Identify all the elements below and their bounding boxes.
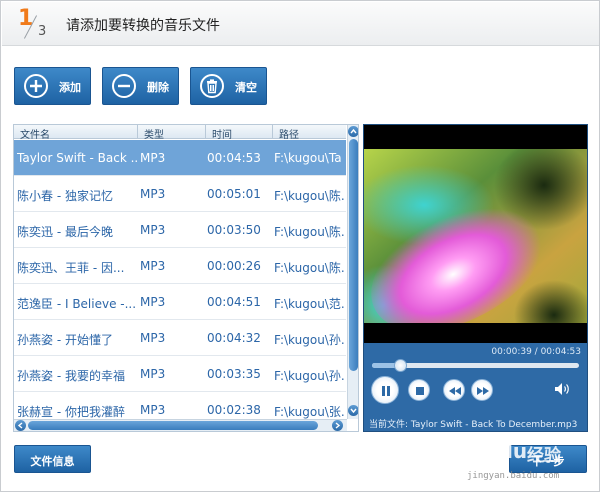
cell-time: 00:04:32 — [207, 331, 261, 345]
horizontal-scrollbar[interactable] — [14, 419, 347, 431]
step-current: 1 — [18, 6, 34, 31]
chevron-up-icon — [350, 128, 357, 134]
progress-handle[interactable] — [393, 359, 407, 372]
column-divider — [205, 125, 206, 139]
chevron-right-icon — [335, 422, 341, 429]
column-divider — [137, 125, 138, 139]
cell-time: 00:03:35 — [207, 367, 261, 381]
table-row[interactable]: 范逸臣 - I Believe -... MP3 00:04:51 F:\kug… — [14, 284, 346, 320]
cell-type: MP3 — [140, 223, 166, 237]
cell-name: 孙燕姿 - 开始懂了 — [17, 333, 113, 347]
cell-type: MP3 — [140, 259, 166, 273]
cell-path: F:\kugou\陈. — [274, 189, 345, 203]
cell-name: 陈奕迅、王菲 - 因... — [17, 261, 125, 275]
table-header: 文件名 类型 时间 路径 — [14, 125, 346, 141]
cell-type: MP3 — [140, 403, 166, 417]
column-header-type[interactable]: 类型 — [144, 126, 164, 141]
stop-button[interactable] — [408, 379, 430, 401]
minus-circle-icon — [112, 74, 136, 98]
speaker-icon[interactable] — [554, 382, 570, 396]
cell-type: MP3 — [140, 295, 166, 309]
current-file-label: 当前文件: Taylor Swift - Back To December.mp… — [369, 420, 578, 430]
vertical-scrollbar[interactable] — [347, 125, 358, 419]
horizontal-scroll-thumb[interactable] — [28, 421, 318, 430]
cell-path: F:\kugou\陈. — [274, 261, 345, 275]
add-button[interactable]: 添加 — [14, 67, 91, 105]
cell-path: F:\kugou\Ta — [274, 151, 342, 165]
vertical-scroll-thumb[interactable] — [349, 139, 358, 371]
fast-forward-button[interactable] — [471, 379, 493, 401]
cell-type: MP3 — [140, 331, 166, 345]
cell-time: 00:03:50 — [207, 223, 261, 237]
cell-type: MP3 — [140, 187, 166, 201]
cell-type: MP3 — [140, 367, 166, 381]
progress-bar[interactable] — [372, 359, 579, 372]
cell-path: F:\kugou\孙. — [274, 369, 345, 383]
pause-icon — [382, 386, 390, 396]
next-step-button-label: 下一步 — [531, 455, 565, 468]
step-indicator: 1 3 — [18, 6, 54, 42]
trash-icon — [200, 74, 224, 98]
chevron-down-icon — [350, 408, 357, 414]
cell-time: 00:00:26 — [207, 259, 261, 273]
visualizer-image — [364, 125, 587, 343]
header-bar: 1 3 请添加要转换的音乐文件 — [2, 2, 599, 46]
cell-path: F:\kugou\范. — [274, 297, 345, 311]
column-divider — [272, 125, 273, 139]
cell-path: F:\kugou\陈. — [274, 225, 345, 239]
cell-time: 00:05:01 — [207, 187, 261, 201]
plus-circle-icon — [24, 74, 48, 98]
cell-name: 孙燕姿 - 我要的幸福 — [17, 369, 125, 383]
table-row[interactable]: 孙燕姿 - 我要的幸福 MP3 00:03:35 F:\kugou\孙. — [14, 356, 346, 392]
cell-path: F:\kugou\孙. — [274, 333, 345, 347]
cell-path: F:\kugou\张. — [274, 405, 345, 419]
table-row[interactable]: 陈奕迅、王菲 - 因... MP3 00:00:26 F:\kugou\陈. — [14, 248, 346, 284]
scroll-down-button[interactable] — [348, 405, 358, 416]
delete-button[interactable]: 删除 — [102, 67, 179, 105]
cell-time: 00:02:38 — [207, 403, 261, 417]
media-player: 00:00:39 / 00:04:53 当前文件: Taylor Swift -… — [363, 124, 588, 432]
table-row[interactable]: 陈小春 - 独家记忆 MP3 00:05:01 F:\kugou\陈. — [14, 176, 346, 212]
clear-button[interactable]: 清空 — [190, 67, 267, 105]
scroll-up-button[interactable] — [348, 126, 358, 137]
page-title: 请添加要转换的音乐文件 — [66, 18, 220, 34]
step-total: 3 — [38, 24, 47, 39]
column-header-name[interactable]: 文件名 — [20, 126, 50, 141]
video-preview — [364, 125, 587, 343]
cell-name: 范逸臣 - I Believe -... — [17, 297, 137, 311]
pause-button[interactable] — [371, 376, 399, 404]
table-row[interactable]: Taylor Swift - Back ... MP3 00:04:53 F:\… — [14, 140, 346, 176]
file-info-button[interactable]: 文件信息 — [14, 445, 91, 473]
cell-name: 陈小春 - 独家记忆 — [17, 189, 113, 203]
scroll-left-button[interactable] — [15, 420, 26, 431]
table-body: Taylor Swift - Back ... MP3 00:04:53 F:\… — [14, 140, 346, 428]
add-button-label: 添加 — [59, 81, 81, 94]
table-row[interactable]: 孙燕姿 - 开始懂了 MP3 00:04:32 F:\kugou\孙. — [14, 320, 346, 356]
cell-name: Taylor Swift - Back ... — [17, 151, 137, 165]
cell-type: MP3 — [140, 151, 166, 165]
file-table: 文件名 类型 时间 路径 Taylor Swift - Back ... MP3… — [13, 124, 359, 432]
scroll-right-button[interactable] — [332, 420, 343, 431]
column-header-path[interactable]: 路径 — [279, 126, 299, 141]
fast-forward-icon — [477, 387, 489, 395]
chevron-left-icon — [17, 422, 23, 429]
table-row[interactable]: 陈奕迅 - 最后今晚 MP3 00:03:50 F:\kugou\陈. — [14, 212, 346, 248]
app-window: 1 3 请添加要转换的音乐文件 添加 删除 清空 文件名 类型 时间 路径 Ta… — [0, 0, 600, 492]
clear-button-label: 清空 — [235, 81, 257, 94]
stop-icon — [416, 387, 424, 395]
rewind-button[interactable] — [443, 379, 465, 401]
next-step-button[interactable]: 下一步 — [509, 445, 587, 473]
file-info-button-label: 文件信息 — [30, 455, 75, 468]
delete-button-label: 删除 — [147, 81, 169, 94]
cell-name: 陈奕迅 - 最后今晚 — [17, 225, 113, 239]
rewind-icon — [449, 387, 461, 395]
cell-name: 张赫宣 - 你把我灌醉 — [17, 405, 125, 419]
column-header-time[interactable]: 时间 — [212, 126, 232, 141]
time-display: 00:00:39 / 00:04:53 — [491, 347, 581, 357]
cell-time: 00:04:51 — [207, 295, 261, 309]
cell-time: 00:04:53 — [207, 151, 261, 165]
